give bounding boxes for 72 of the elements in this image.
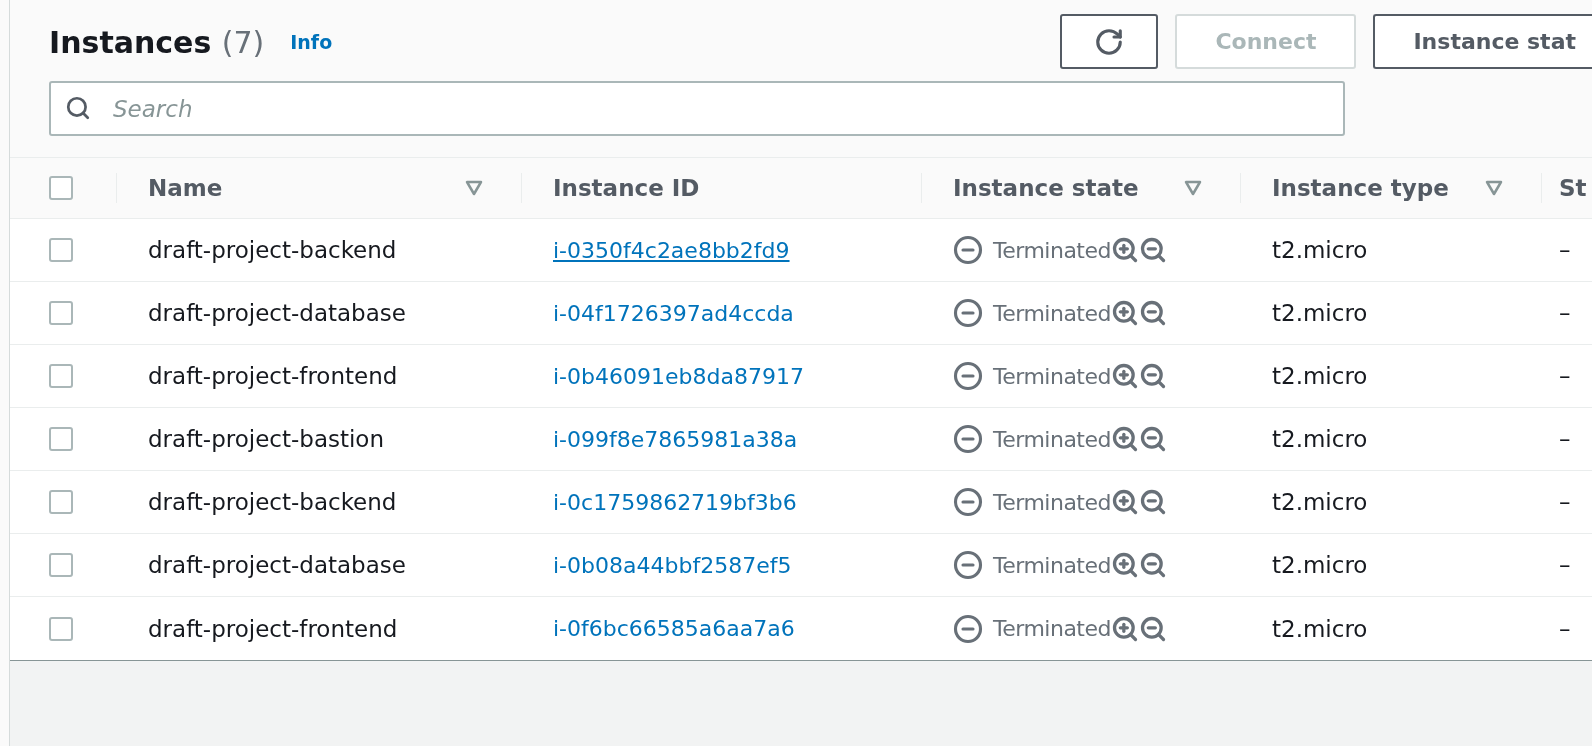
zoom-out-icon[interactable] (1139, 362, 1167, 390)
instance-state: Terminated (993, 552, 1111, 578)
minus-circle-icon (953, 613, 983, 644)
instance-state: Terminated (993, 616, 1111, 641)
instance-name: draft-project-database (148, 300, 406, 326)
checkbox[interactable] (49, 616, 73, 641)
table-cell: – (1559, 552, 1571, 578)
filter-icon[interactable] (1184, 180, 1202, 196)
column-header: Instance state (953, 175, 1139, 201)
table-cell: – (1559, 615, 1571, 642)
instance-name: draft-project-database (148, 552, 406, 578)
checkbox[interactable] (49, 553, 73, 577)
filter-icon[interactable] (465, 180, 483, 196)
checkbox[interactable] (49, 176, 73, 200)
instance-state: Terminated (993, 363, 1111, 389)
zoom-in-icon[interactable] (1111, 614, 1139, 643)
zoom-in-icon[interactable] (1111, 236, 1139, 264)
zoom-in-icon[interactable] (1111, 551, 1139, 579)
table-cell: – (1559, 300, 1571, 326)
table-cell: – (1559, 237, 1571, 263)
instance-name: draft-project-frontend (148, 615, 398, 642)
instance-type: t2.micro (1272, 426, 1368, 452)
instance-type: t2.micro (1272, 237, 1368, 263)
instance-type: t2.micro (1272, 489, 1368, 515)
instance-name: draft-project-frontend (148, 363, 398, 389)
minus-circle-icon (953, 298, 983, 328)
instance-state: Terminated (993, 426, 1111, 452)
zoom-out-icon[interactable] (1139, 236, 1167, 264)
column-header: Instance ID (553, 175, 700, 201)
instance-type: t2.micro (1272, 615, 1368, 642)
instance-state: Terminated (993, 237, 1111, 263)
zoom-in-icon[interactable] (1111, 362, 1139, 390)
instance-name: draft-project-backend (148, 489, 397, 515)
page-title: Instances (7) (49, 24, 265, 60)
instance-type: t2.micro (1272, 552, 1368, 578)
instance-state: Terminated (993, 300, 1111, 326)
refresh-icon (1094, 26, 1125, 57)
instance-type: t2.micro (1272, 363, 1368, 389)
minus-circle-icon (953, 235, 983, 265)
filter-icon[interactable] (1485, 180, 1503, 196)
checkbox[interactable] (49, 301, 73, 325)
checkbox[interactable] (49, 238, 73, 262)
info-link[interactable]: Info (290, 31, 333, 53)
column-header: Name (148, 175, 223, 201)
instance-type: t2.micro (1272, 300, 1368, 326)
zoom-in-icon[interactable] (1111, 299, 1139, 327)
minus-circle-icon (953, 487, 983, 517)
search-icon (65, 95, 91, 121)
zoom-out-icon[interactable] (1139, 614, 1167, 643)
action-button[interactable]: Instance stat (1373, 14, 1592, 69)
minus-circle-icon (953, 424, 983, 454)
search-field[interactable]: Search (49, 81, 1345, 136)
minus-circle-icon (953, 550, 983, 580)
minus-circle-icon (953, 361, 983, 391)
instance-state: Terminated (993, 489, 1111, 515)
zoom-out-icon[interactable] (1139, 425, 1167, 453)
checkbox[interactable] (49, 490, 73, 514)
zoom-out-icon[interactable] (1139, 488, 1167, 516)
instance-name: draft-project-bastion (148, 426, 385, 452)
table-cell: – (1559, 363, 1571, 389)
zoom-in-icon[interactable] (1111, 488, 1139, 516)
column-header: Instance type (1272, 175, 1449, 201)
checkbox[interactable] (49, 364, 73, 388)
table-cell: – (1559, 489, 1571, 515)
refresh-button[interactable] (1060, 14, 1159, 69)
column-header: St (1559, 175, 1587, 201)
table-cell: – (1559, 426, 1571, 452)
zoom-in-icon[interactable] (1111, 425, 1139, 453)
zoom-out-icon[interactable] (1139, 299, 1167, 327)
checkbox[interactable] (49, 427, 73, 451)
instance-name: draft-project-backend (148, 237, 397, 263)
zoom-out-icon[interactable] (1139, 551, 1167, 579)
